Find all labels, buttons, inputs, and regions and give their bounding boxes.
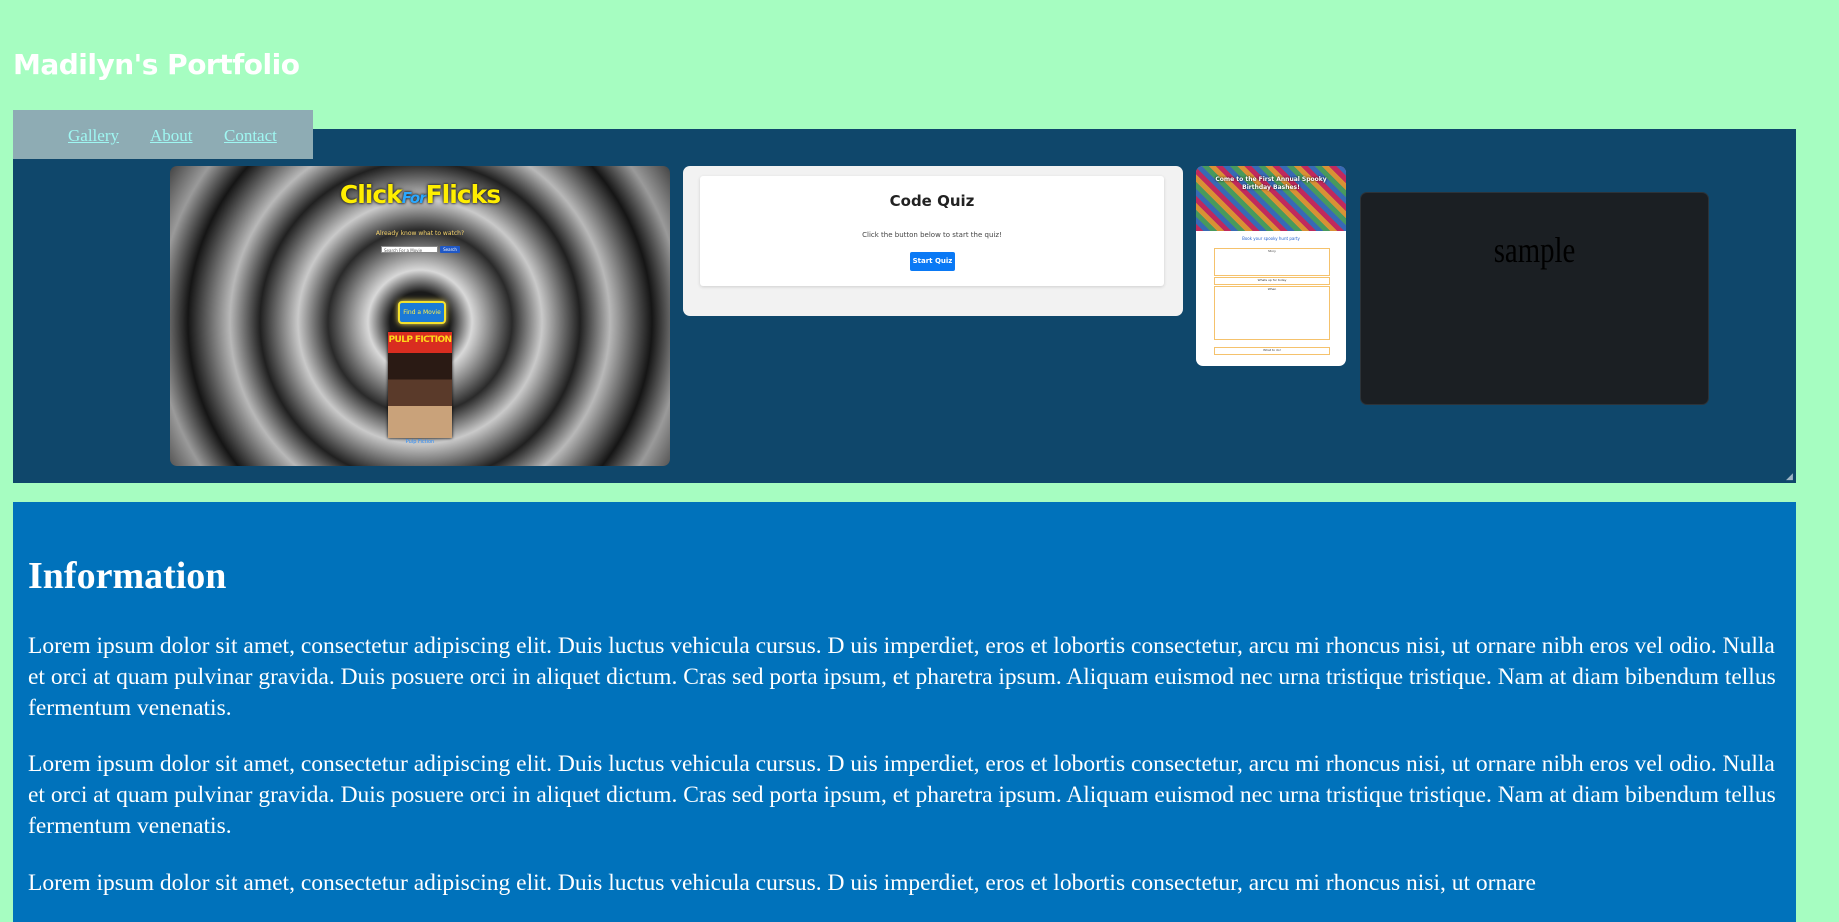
birthday-when-box: When [1214,286,1330,340]
birthday-banner: Come to the First Annual Spooky Birthday… [1196,166,1346,231]
quiz-instructions: Click the button below to start the quiz… [862,231,1002,239]
information-paragraph: Lorem ipsum dolor sit amet, consectetur … [28,751,1776,839]
poster-caption: Pulp Fiction [405,439,435,445]
flicks-search-button: Search [440,246,460,253]
birthday-banner-text: Come to the First Annual Spooky Birthday… [1215,176,1327,191]
poster-title: PULP FICTION [388,335,453,345]
quiz-panel: Code Quiz Click the button below to star… [700,176,1164,286]
movie-poster: PULP FICTION [388,332,452,438]
main-nav: Gallery About Contact [13,110,313,159]
gallery-card-sample[interactable]: sample [1360,192,1709,405]
gallery-card-birthday[interactable]: Come to the First Annual Spooky Birthday… [1196,166,1346,366]
site-title: Madilyn's Portfolio [13,48,300,81]
gallery-card-code-quiz[interactable]: Code Quiz Click the button below to star… [683,166,1183,316]
start-quiz-button: Start Quiz [910,252,955,271]
information-section: Information Lorem ipsum dolor sit amet, … [13,502,1796,922]
sample-text: sample [1493,230,1576,270]
information-paragraph: Lorem ipsum dolor sit amet, consectetur … [28,870,1536,896]
gallery-card-click-for-flicks[interactable]: ClickForFlicks Already know what to watc… [170,166,670,466]
birthday-todo-box: What to do! [1214,347,1330,355]
birthday-today-box: Whats up for today [1214,277,1330,285]
flicks-search-input: Search For a Movie [381,246,438,253]
birthday-subtitle: Book your spooky hunt party [1242,236,1300,241]
flicks-prompt: Already know what to watch? [375,230,465,237]
flicks-find-movie-button: Find a Movie [398,301,446,324]
nav-link-contact[interactable]: Contact [224,126,277,146]
information-paragraph: Lorem ipsum dolor sit amet, consectetur … [28,633,1776,721]
birthday-story-box: Story [1214,248,1330,276]
flicks-logo: ClickForFlicks [339,180,501,209]
nav-link-gallery[interactable]: Gallery [68,126,119,146]
information-heading: Information [28,555,227,597]
resize-handle-icon[interactable]: ◢ [1786,473,1794,482]
nav-link-about[interactable]: About [150,126,193,146]
quiz-title: Code Quiz [889,192,975,210]
